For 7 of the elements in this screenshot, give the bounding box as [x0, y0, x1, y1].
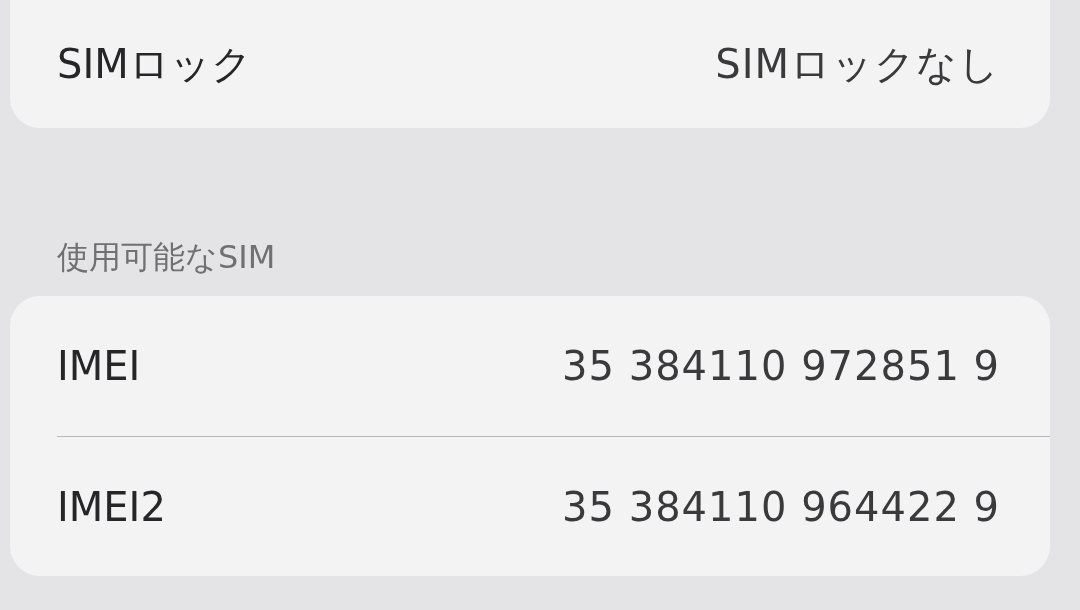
setting-label: IMEI2 — [57, 483, 166, 530]
setting-label: IMEI — [57, 343, 141, 389]
setting-value: 35 384110 964422 9 — [562, 483, 1000, 530]
setting-value: SIMロックなし — [715, 39, 1000, 89]
setting-value: 35 384110 972851 9 — [562, 343, 1000, 389]
setting-label: SIMロック — [57, 39, 252, 89]
section-header: 使用可能なSIM — [57, 237, 276, 278]
